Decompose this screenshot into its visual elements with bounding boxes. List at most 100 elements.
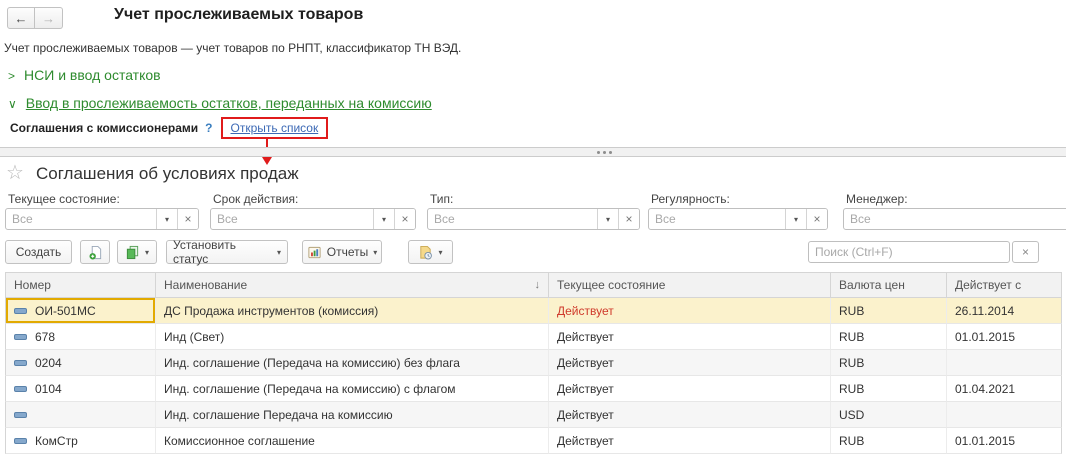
splitter-handle-dots <box>597 151 600 154</box>
currency-cell[interactable]: USD <box>830 402 946 428</box>
clear-icon[interactable]: × <box>806 209 827 229</box>
valid-from-cell[interactable]: 01.04.2021 <box>946 376 1062 402</box>
document-history-button[interactable]: ▾ <box>408 240 453 264</box>
table-row[interactable]: 0204 Инд. соглашение (Передача на комисс… <box>5 350 1062 376</box>
column-header-valid-from[interactable]: Действует с <box>946 272 1062 298</box>
number-cell[interactable] <box>5 402 155 428</box>
column-header-state[interactable]: Текущее состояние <box>548 272 830 298</box>
sort-descending-icon: ↓ <box>535 279 541 291</box>
dropdown-arrow-icon[interactable]: ▾ <box>156 209 177 229</box>
filter-state-value[interactable]: Все <box>6 209 156 229</box>
filter-regularity-value[interactable]: Все <box>649 209 785 229</box>
name-cell[interactable]: Комиссионное соглашение <box>155 428 548 454</box>
copy-documents-icon <box>125 245 140 260</box>
name-cell[interactable]: Инд. соглашение (Передача на комиссию) б… <box>155 350 548 376</box>
nav-group-commission[interactable]: ∨ Ввод в прослеживаемость остатков, пере… <box>8 95 432 111</box>
valid-from-cell[interactable]: 01.01.2015 <box>946 324 1062 350</box>
filter-label-state: Текущее состояние: <box>8 192 120 206</box>
clear-icon[interactable]: × <box>394 209 415 229</box>
row-state: Действует <box>557 408 614 422</box>
filter-label-regularity: Регулярность: <box>651 192 730 206</box>
state-cell[interactable]: Действует <box>548 324 830 350</box>
state-cell[interactable]: Действует <box>548 428 830 454</box>
state-cell[interactable]: Действует <box>548 376 830 402</box>
valid-from-cell[interactable]: 26.11.2014 <box>946 298 1062 324</box>
row-number: 678 <box>35 330 55 344</box>
name-cell[interactable]: ДС Продажа инструментов (комиссия) <box>155 298 548 324</box>
column-header-label: Действует с <box>955 278 1021 292</box>
row-name: Инд (Свет) <box>164 330 224 344</box>
clear-icon[interactable]: × <box>177 209 198 229</box>
name-cell[interactable]: Инд (Свет) <box>155 324 548 350</box>
chevron-down-icon: ∨ <box>8 97 17 111</box>
valid-from-cell[interactable]: 01.01.2015 <box>946 428 1062 454</box>
dropdown-arrow-icon[interactable]: ▾ <box>785 209 806 229</box>
create-button[interactable]: Создать <box>5 240 72 264</box>
filter-label-term: Срок действия: <box>213 192 298 206</box>
column-header-label: Номер <box>14 278 51 292</box>
valid-from-cell[interactable] <box>946 402 1062 428</box>
back-button[interactable]: ← <box>7 7 35 29</box>
number-cell[interactable]: ОИ-501МС <box>5 298 155 324</box>
table-row[interactable]: 678 Инд (Свет) Действует RUB 01.01.2015 <box>5 324 1062 350</box>
valid-from-cell[interactable] <box>946 350 1062 376</box>
search-clear-button[interactable]: × <box>1012 241 1039 263</box>
clear-icon[interactable]: × <box>618 209 639 229</box>
filter-term-value[interactable]: Все <box>211 209 373 229</box>
row-currency: USD <box>839 408 864 422</box>
currency-cell[interactable]: RUB <box>830 428 946 454</box>
nav-group-nsi[interactable]: > НСИ и ввод остатков <box>8 67 161 83</box>
row-valid-from: 01.01.2015 <box>955 330 1015 344</box>
state-cell[interactable]: Действует <box>548 350 830 376</box>
item-marker-icon <box>14 334 27 340</box>
item-marker-icon <box>14 438 27 444</box>
document-clock-icon <box>418 245 433 260</box>
dropdown-arrow-icon[interactable]: ▾ <box>597 209 618 229</box>
dropdown-arrow-icon[interactable]: ▾ <box>373 209 394 229</box>
number-cell[interactable]: 678 <box>5 324 155 350</box>
table-row[interactable]: 0104 Инд. соглашение (Передача на комисс… <box>5 376 1062 402</box>
report-chart-icon <box>307 245 322 260</box>
table-row[interactable]: ОИ-501МС ДС Продажа инструментов (комисс… <box>5 298 1062 324</box>
filter-type-value[interactable]: Все <box>428 209 597 229</box>
table-row[interactable]: КомСтр Комиссионное соглашение Действует… <box>5 428 1062 454</box>
row-currency: RUB <box>839 304 864 318</box>
search-input[interactable] <box>808 241 1010 263</box>
open-list-link[interactable]: Открыть список <box>231 121 319 135</box>
create-new-item-button[interactable] <box>80 240 110 264</box>
set-status-button[interactable]: Установить статус ▾ <box>166 240 288 264</box>
name-cell[interactable]: Инд. соглашение Передача на комиссию <box>155 402 548 428</box>
currency-cell[interactable]: RUB <box>830 376 946 402</box>
number-cell[interactable]: КомСтр <box>5 428 155 454</box>
number-cell[interactable]: 0104 <box>5 376 155 402</box>
help-icon[interactable]: ? <box>205 121 212 135</box>
currency-cell[interactable]: RUB <box>830 350 946 376</box>
row-name: Инд. соглашение Передача на комиссию <box>164 408 393 422</box>
agreements-nav-item: Соглашения с комиссионерами ? Открыть сп… <box>10 117 328 139</box>
row-valid-from: 01.04.2021 <box>955 382 1015 396</box>
row-currency: RUB <box>839 382 864 396</box>
state-cell[interactable]: Действует <box>548 402 830 428</box>
column-header-name[interactable]: Наименование ↓ <box>155 272 548 298</box>
forward-icon: → <box>42 11 55 26</box>
column-header-currency[interactable]: Валюта цен <box>830 272 946 298</box>
currency-cell[interactable]: RUB <box>830 298 946 324</box>
column-header-label: Валюта цен <box>839 278 905 292</box>
favorite-star-icon[interactable]: ☆ <box>6 160 24 185</box>
currency-cell[interactable]: RUB <box>830 324 946 350</box>
column-header-number[interactable]: Номер <box>5 272 155 298</box>
row-currency: RUB <box>839 356 864 370</box>
pane-splitter[interactable] <box>0 147 1066 157</box>
create-button-label: Создать <box>16 245 62 259</box>
nav-group-label: Ввод в прослеживаемость остатков, переда… <box>26 95 432 111</box>
copy-item-button[interactable]: ▾ <box>117 240 157 264</box>
row-name: Инд. соглашение (Передача на комиссию) с… <box>164 382 456 396</box>
forward-button[interactable]: → <box>35 7 63 29</box>
reports-button[interactable]: Отчеты ▾ <box>302 240 382 264</box>
table-row[interactable]: Инд. соглашение Передача на комиссию Дей… <box>5 402 1062 428</box>
state-cell[interactable]: Действует <box>548 298 830 324</box>
row-number: 0204 <box>35 356 62 370</box>
name-cell[interactable]: Инд. соглашение (Передача на комиссию) с… <box>155 376 548 402</box>
number-cell[interactable]: 0204 <box>5 350 155 376</box>
filter-manager-input[interactable] <box>843 208 1066 230</box>
